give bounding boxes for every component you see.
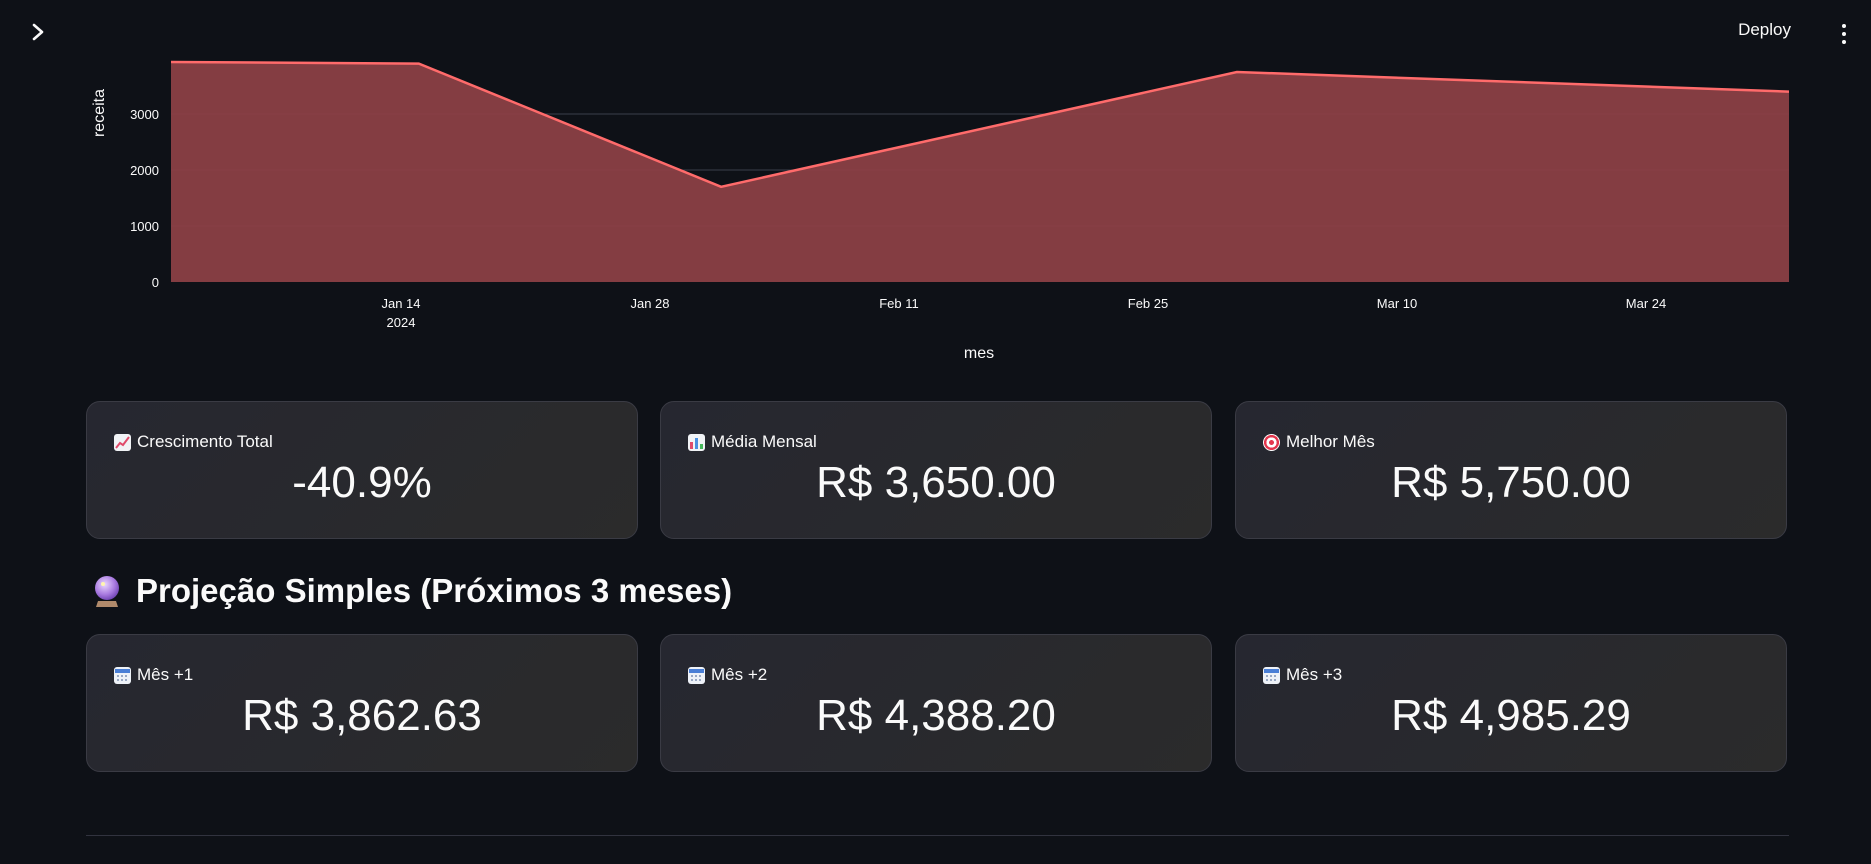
y-axis-ticks: 0 1000 2000 3000 — [130, 107, 159, 290]
metric-value: R$ 4,985.29 — [1391, 691, 1631, 740]
metric-label: Mês +3 — [1263, 665, 1342, 685]
app-header: Deploy — [0, 0, 1871, 60]
x-tick-label: Jan 28 — [630, 296, 669, 311]
metric-card-crescimento: Crescimento Total -40.9% — [86, 401, 638, 539]
metric-label-text: Crescimento Total — [137, 432, 273, 451]
bar-chart-icon — [688, 433, 705, 451]
projection-card-1: Mês +1 R$ 3,862.63 — [86, 634, 638, 772]
section-divider — [86, 835, 1789, 836]
metric-card-media: Média Mensal R$ 3,650.00 — [660, 401, 1212, 539]
metric-card-melhor-mes: Melhor Mês R$ 5,750.00 — [1235, 401, 1787, 539]
y-tick-label: 3000 — [130, 107, 159, 122]
x-axis-label: mes — [964, 345, 994, 362]
metric-label: Média Mensal — [688, 432, 817, 452]
calendar-icon — [1263, 666, 1280, 684]
target-icon — [1263, 433, 1280, 451]
calendar-icon — [114, 666, 131, 684]
x-tick-sublabel: 2024 — [387, 315, 416, 330]
metric-label-text: Mês +3 — [1286, 665, 1343, 684]
metric-label-text: Melhor Mês — [1286, 432, 1375, 451]
main-menu-button[interactable] — [1835, 20, 1853, 48]
metric-value: R$ 3,650.00 — [816, 458, 1056, 507]
metric-value: R$ 5,750.00 — [1391, 458, 1631, 507]
metric-label: Mês +2 — [688, 665, 767, 685]
kebab-dot — [1842, 40, 1846, 44]
sidebar-expand-button[interactable] — [26, 20, 50, 44]
metric-value: -40.9% — [292, 458, 432, 507]
x-tick-label: Feb 11 — [879, 296, 919, 311]
kebab-dot — [1842, 32, 1846, 36]
calendar-icon — [688, 666, 705, 684]
x-tick-label: Jan 14 — [381, 296, 420, 311]
x-tick-label: Feb 25 — [1128, 296, 1168, 311]
metric-value: R$ 4,388.20 — [816, 691, 1056, 740]
metric-label-text: Média Mensal — [711, 432, 817, 451]
y-axis-label: receita — [91, 89, 108, 137]
kebab-menu-icon — [1842, 24, 1846, 28]
area-fill — [171, 62, 1789, 282]
y-tick-label: 0 — [152, 275, 159, 290]
crystal-ball-icon — [92, 574, 122, 608]
x-tick-label: Mar 24 — [1626, 296, 1666, 311]
deploy-button[interactable]: Deploy — [1738, 20, 1791, 40]
x-axis-ticks: Jan 14 2024 Jan 28 Feb 11 Feb 25 Mar 10 Mar 24 — [381, 296, 1666, 330]
projection-heading: Projeção Simples (Próximos 3 meses) — [92, 572, 732, 610]
metric-label: Mês +1 — [114, 665, 193, 685]
metric-value: R$ 3,862.63 — [242, 691, 482, 740]
projection-card-2: Mês +2 R$ 4,388.20 — [660, 634, 1212, 772]
metric-label: Melhor Mês — [1263, 432, 1375, 452]
metric-label-text: Mês +2 — [711, 665, 768, 684]
chevron-right-icon — [32, 23, 44, 41]
metric-label: Crescimento Total — [114, 432, 273, 452]
projection-title: Projeção Simples (Próximos 3 meses) — [136, 572, 733, 609]
metric-label-text: Mês +1 — [137, 665, 194, 684]
chart-increasing-icon — [114, 433, 131, 451]
x-tick-label: Mar 10 — [1377, 296, 1417, 311]
y-tick-label: 2000 — [130, 163, 159, 178]
projection-card-3: Mês +3 R$ 4,985.29 — [1235, 634, 1787, 772]
y-tick-label: 1000 — [130, 219, 159, 234]
